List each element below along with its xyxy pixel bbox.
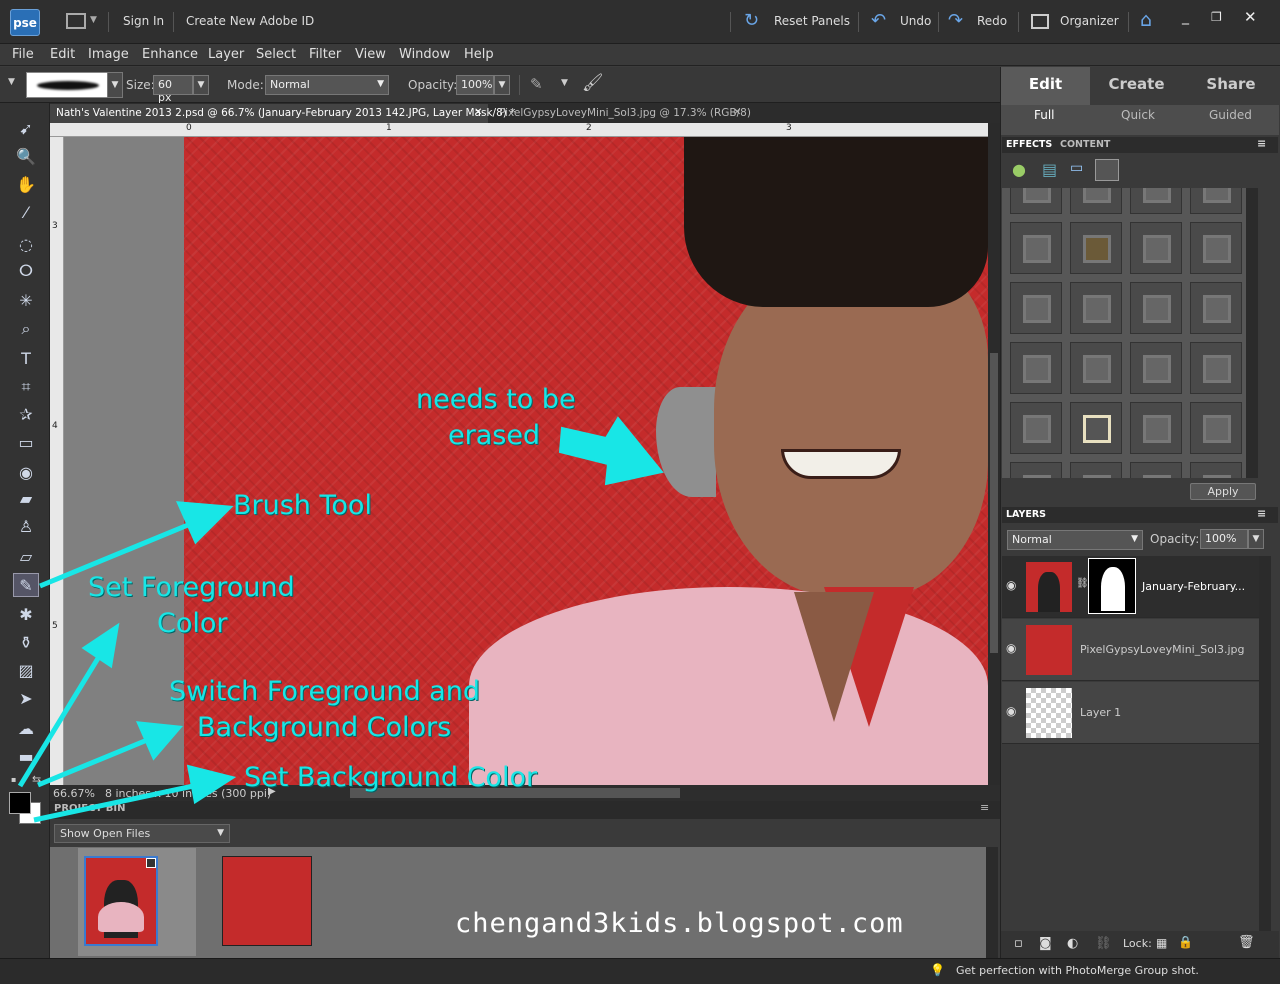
- arrowhead: [81, 622, 120, 669]
- arrowhead: [176, 501, 234, 545]
- arrowhead: [135, 721, 183, 761]
- arrow-background: [33, 782, 199, 823]
- annotation-erase: needs to be: [416, 384, 576, 415]
- annotation-erase-2: erased: [448, 420, 541, 451]
- annotation-foreground: Set Foreground: [88, 572, 295, 603]
- annotation-switch: Switch Foreground and: [169, 676, 480, 707]
- watermark: chengand3kids.blogspot.com: [455, 908, 904, 939]
- arrow-switch: [37, 735, 153, 788]
- annotation-background: Set Background Color: [244, 762, 538, 793]
- annotation-arrows: [17, 416, 664, 823]
- arrow-erase: [558, 416, 664, 486]
- annotation-brush: Brush Tool: [233, 490, 372, 521]
- annotation-switch-2: Background Colors: [197, 712, 452, 743]
- annotation-foreground-2: Color: [157, 608, 228, 639]
- arrowhead: [186, 764, 237, 805]
